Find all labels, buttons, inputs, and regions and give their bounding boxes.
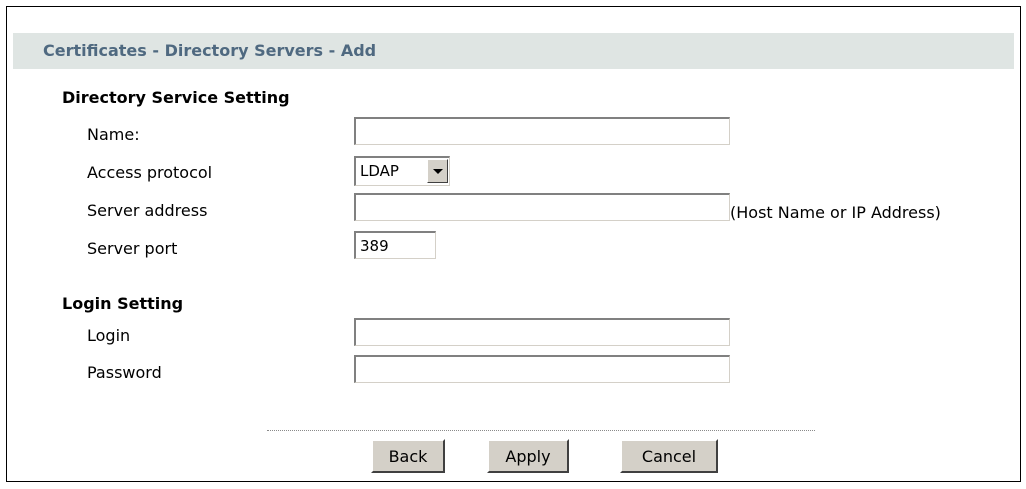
server-port-input[interactable] [354, 231, 436, 259]
access-protocol-label: Access protocol [87, 163, 213, 182]
password-label: Password [87, 363, 162, 382]
server-port-label: Server port [87, 239, 178, 258]
dropdown-button[interactable] [427, 159, 448, 183]
server-address-label: Server address [87, 201, 208, 220]
chevron-down-icon [433, 169, 443, 174]
login-input[interactable] [354, 318, 730, 346]
login-setting-section-title: Login Setting [62, 294, 184, 313]
back-button[interactable]: Back [371, 439, 445, 473]
password-input[interactable] [354, 355, 730, 383]
login-label: Login [87, 326, 131, 345]
name-input[interactable] [354, 117, 730, 145]
server-address-hint: (Host Name or IP Address) [730, 203, 941, 222]
page-title: Certificates - Directory Servers - Add [43, 41, 377, 60]
directory-service-section-title: Directory Service Setting [62, 88, 290, 107]
dialog-frame: Certificates - Directory Servers - Add D… [6, 6, 1021, 482]
access-protocol-value: LDAP [360, 162, 399, 180]
access-protocol-select[interactable]: LDAP [354, 156, 450, 186]
button-divider [267, 430, 815, 431]
title-bar: Certificates - Directory Servers - Add [13, 33, 1014, 69]
apply-button[interactable]: Apply [487, 439, 569, 473]
name-label: Name: [87, 125, 140, 144]
cancel-button[interactable]: Cancel [620, 439, 718, 473]
server-address-input[interactable] [354, 193, 730, 221]
